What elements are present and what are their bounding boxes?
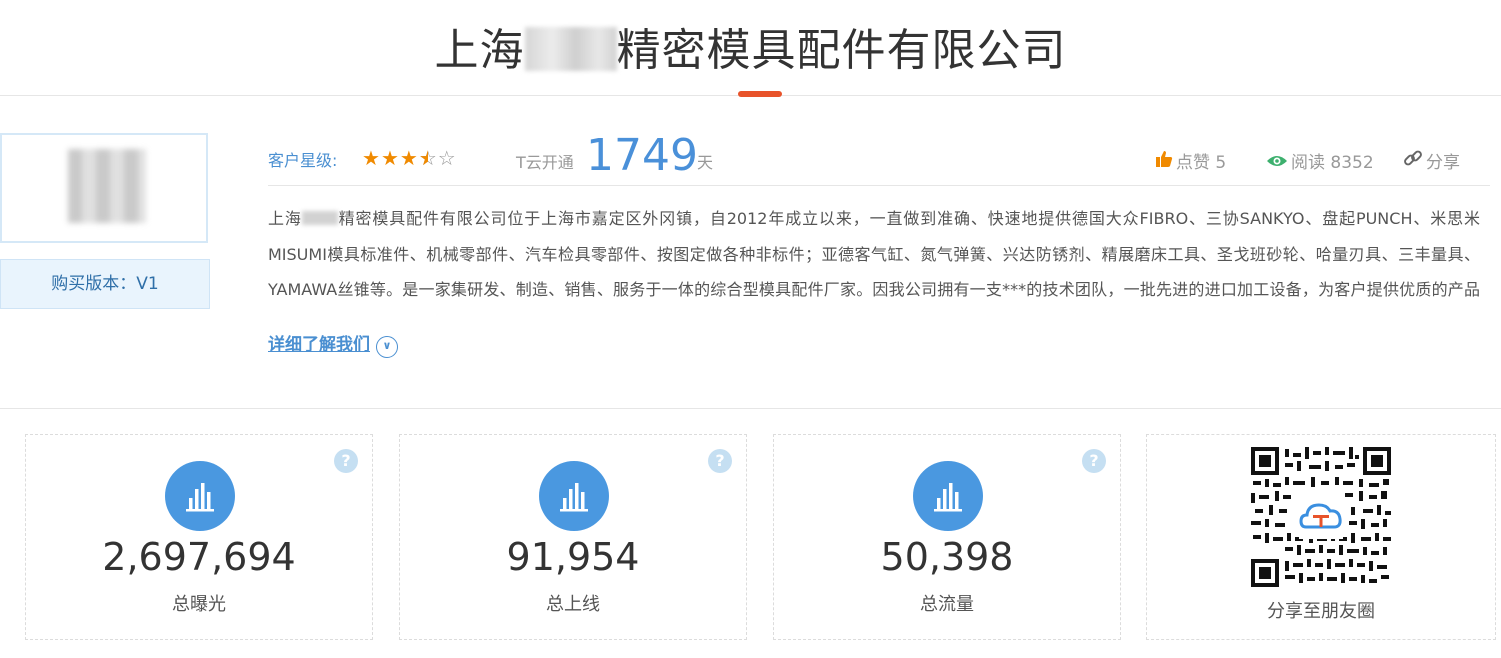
- qr-share-card: 分享至朋友圈: [1146, 434, 1496, 640]
- title-redaction: [524, 27, 617, 71]
- thumbs-up-icon: [1155, 150, 1173, 173]
- stat-label: 总曝光: [172, 594, 226, 615]
- profile-divider: [268, 185, 1490, 186]
- stat-card-online: ? 91,954 总上线: [399, 434, 747, 640]
- star-half-icon: ☆: [419, 146, 438, 170]
- description-redaction: [301, 211, 338, 225]
- read-count: 阅读 8352: [1266, 148, 1374, 173]
- like-button[interactable]: 点赞 5: [1155, 148, 1226, 173]
- stat-label: 总流量: [920, 594, 974, 615]
- learn-more-link[interactable]: 详细了解我们 ∨: [268, 330, 398, 358]
- title-prefix: 上海: [434, 25, 525, 76]
- section-divider: [0, 408, 1501, 409]
- logo-redaction: [68, 149, 146, 223]
- help-icon[interactable]: ?: [708, 449, 732, 473]
- qr-code[interactable]: [1251, 447, 1391, 587]
- link-icon: [1403, 148, 1423, 173]
- star-full-icon: ★: [399, 146, 419, 170]
- version-badge: 购买版本：V1: [0, 259, 210, 309]
- chevron-down-icon: ∨: [376, 336, 398, 358]
- title-suffix: 精密模具配件有限公司: [616, 25, 1067, 76]
- stat-value: 2,697,694: [102, 535, 296, 579]
- rating-label: 客户星级:: [268, 151, 338, 170]
- tyun-unit: 天: [697, 153, 714, 172]
- help-icon[interactable]: ?: [1082, 449, 1106, 473]
- stat-card-exposure: ? 2,697,694 总曝光: [25, 434, 373, 640]
- bar-chart-icon: [539, 461, 609, 531]
- star-full-icon: ★: [380, 146, 400, 170]
- stat-value: 91,954: [506, 535, 640, 579]
- qr-label: 分享至朋友圈: [1267, 601, 1375, 622]
- stat-label: 总上线: [546, 594, 600, 615]
- title-underline: [738, 91, 782, 97]
- bar-chart-icon: [913, 461, 983, 531]
- tyun-label: T云开通: [516, 153, 574, 172]
- stat-value: 50,398: [880, 535, 1014, 579]
- star-full-icon: ★: [362, 146, 381, 170]
- share-button[interactable]: 分享: [1403, 148, 1460, 173]
- star-empty-icon: ☆: [437, 146, 457, 170]
- company-title: 上海 精密模具配件有限公司: [0, 14, 1501, 78]
- tyun-days: 1749: [586, 130, 698, 181]
- description-text: 精密模具配件有限公司位于上海市嘉定区外冈镇，自2012年成立以来，一直做到准确、…: [268, 209, 1480, 299]
- read-label: 阅读 8352: [1291, 153, 1374, 173]
- description-prefix: 上海: [268, 209, 302, 228]
- learn-more-label: 详细了解我们: [268, 335, 370, 355]
- page-header: 上海 精密模具配件有限公司: [0, 0, 1501, 96]
- rating-stars: ★★★☆☆: [362, 146, 457, 170]
- stat-card-traffic: ? 50,398 总流量: [773, 434, 1121, 640]
- eye-icon: [1266, 153, 1288, 173]
- help-icon[interactable]: ?: [334, 449, 358, 473]
- share-label: 分享: [1426, 153, 1460, 173]
- company-description: 上海 精密模具配件有限公司位于上海市嘉定区外冈镇，自2012年成立以来，一直做到准…: [268, 201, 1480, 307]
- company-logo: [0, 133, 208, 243]
- bar-chart-icon: [165, 461, 235, 531]
- like-label: 点赞 5: [1176, 153, 1227, 173]
